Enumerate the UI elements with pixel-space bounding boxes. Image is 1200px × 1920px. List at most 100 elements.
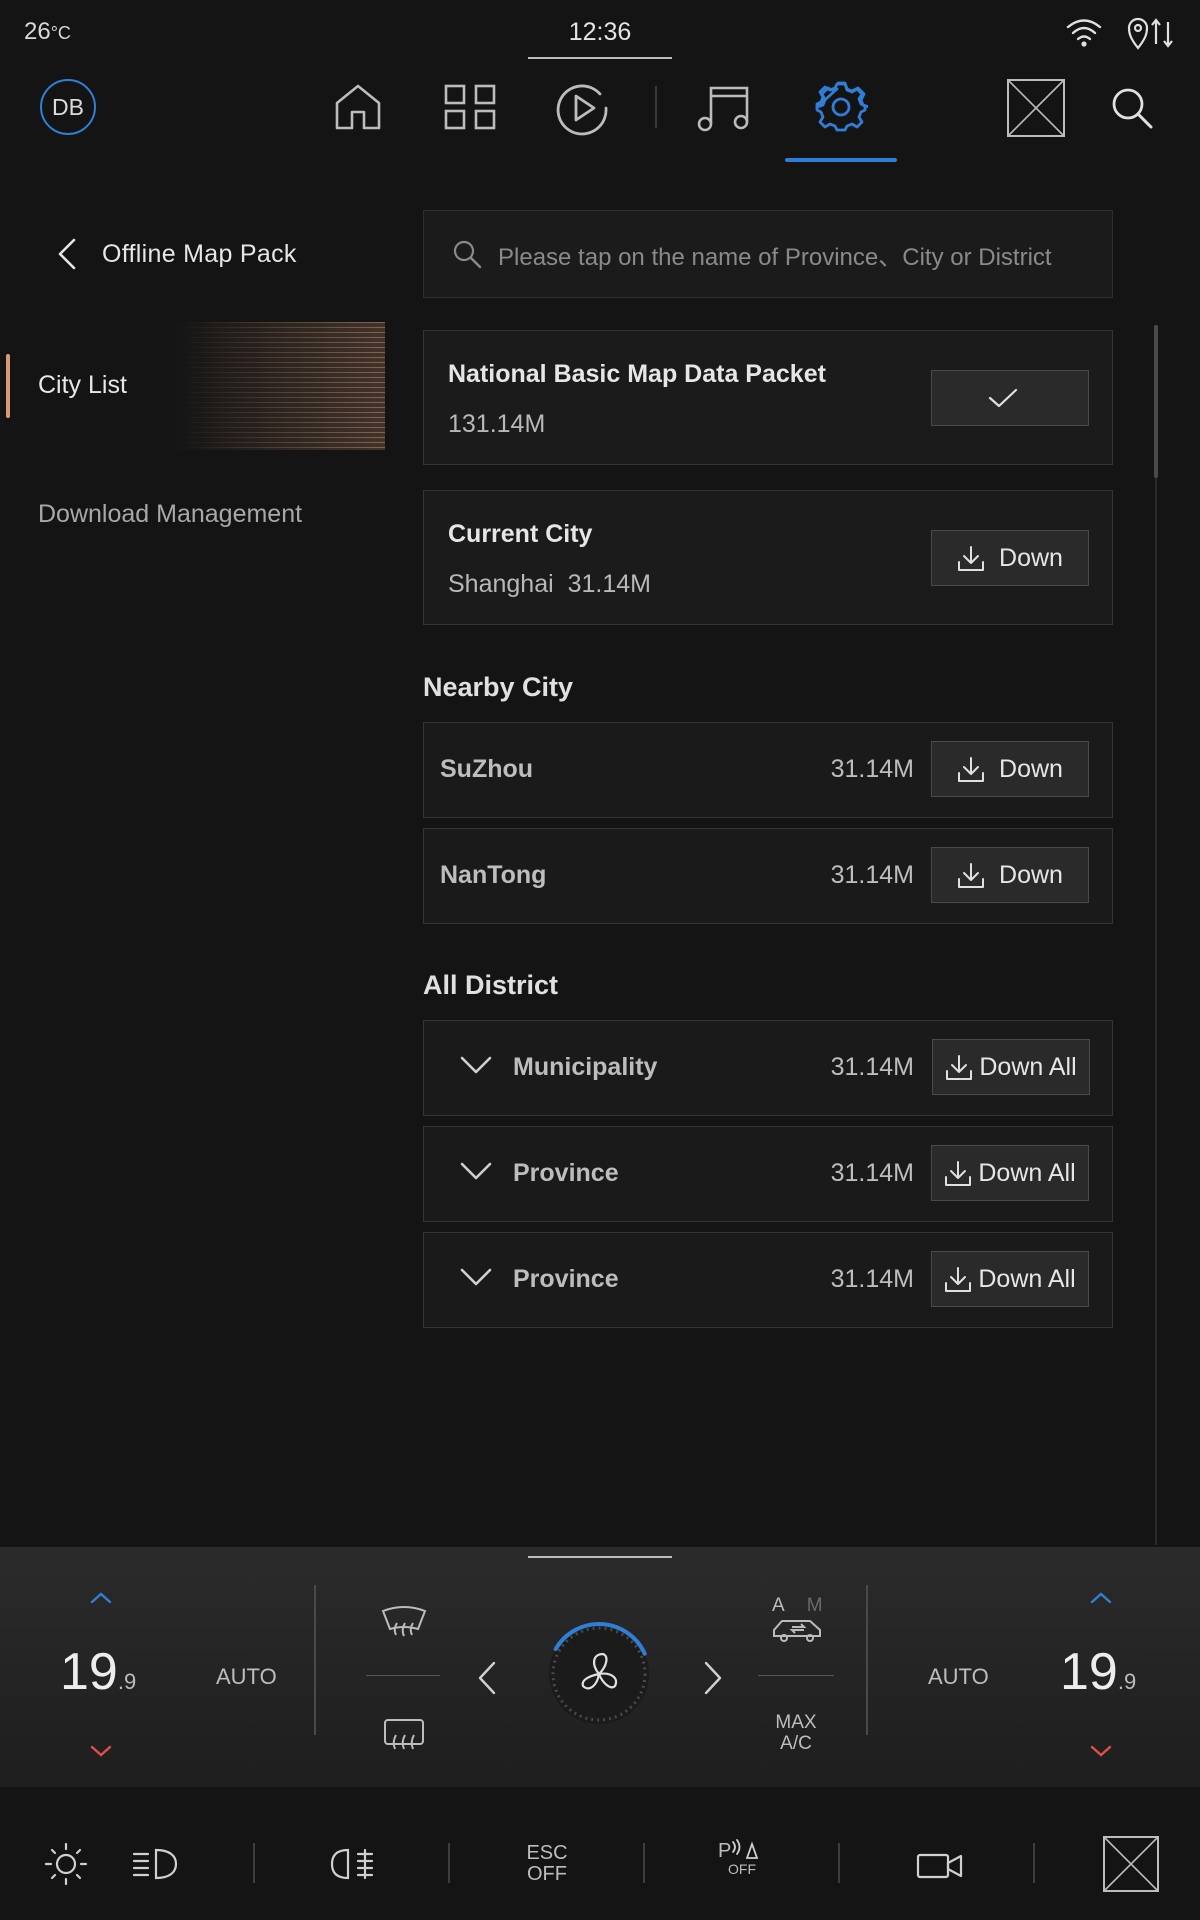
back-button[interactable]: Offline Map Pack bbox=[56, 232, 297, 276]
quick-divider bbox=[643, 1843, 645, 1883]
left-auto-button[interactable]: AUTO bbox=[216, 1664, 277, 1690]
district-name: Province bbox=[513, 1159, 619, 1187]
nav-active-indicator bbox=[785, 158, 897, 162]
city-size: 31.14M bbox=[830, 861, 914, 889]
user-avatar[interactable]: DB bbox=[40, 79, 96, 135]
apps-grid-icon[interactable] bbox=[444, 84, 496, 130]
chevron-down-icon[interactable] bbox=[460, 1161, 492, 1181]
location-sync-icon bbox=[1126, 14, 1178, 52]
download-button-label: Down bbox=[999, 754, 1063, 783]
district-row[interactable]: Province 31.14M Down All bbox=[423, 1232, 1113, 1328]
defrost-divider bbox=[366, 1675, 440, 1676]
right-auto-button[interactable]: AUTO bbox=[928, 1664, 989, 1690]
current-city-card: Current City Shanghai 31.14M Down bbox=[423, 490, 1113, 625]
left-temperature: 19.9 bbox=[60, 1643, 137, 1701]
download-current-city-button[interactable]: Down bbox=[931, 530, 1089, 586]
nearby-city-row: SuZhou 31.14M Down bbox=[423, 722, 1113, 818]
right-temp-down-icon[interactable] bbox=[1089, 1744, 1113, 1758]
national-map-card: National Basic Map Data Packet 131.14M bbox=[423, 330, 1113, 465]
max-ac-label: MAX bbox=[775, 1712, 817, 1733]
download-icon bbox=[944, 1159, 978, 1187]
chevron-down-icon[interactable] bbox=[460, 1267, 492, 1287]
national-map-size: 131.14M bbox=[448, 410, 546, 438]
sidebar-active-accent bbox=[6, 354, 10, 418]
chevron-left-icon bbox=[56, 237, 78, 271]
sidebar-item-city-list[interactable]: City List bbox=[38, 371, 127, 400]
download-icon bbox=[957, 755, 999, 783]
download-nantong-button[interactable]: Down bbox=[931, 847, 1089, 903]
search-icon bbox=[452, 239, 482, 269]
left-temp-up-icon[interactable] bbox=[89, 1591, 113, 1605]
city-size: 31.14M bbox=[830, 755, 914, 783]
scrollbar-track[interactable] bbox=[1155, 325, 1157, 1545]
district-row[interactable]: Municipality 31.14M Down All bbox=[423, 1020, 1113, 1116]
notification-handle[interactable] bbox=[528, 57, 672, 59]
download-all-province-button[interactable]: Down All bbox=[931, 1251, 1089, 1307]
district-size: 31.14M bbox=[830, 1159, 914, 1187]
brightness-icon[interactable] bbox=[42, 1840, 90, 1888]
front-defrost-icon[interactable] bbox=[380, 1605, 428, 1641]
music-icon[interactable] bbox=[697, 82, 751, 132]
esc-label: ESC bbox=[526, 1842, 568, 1864]
search-icon[interactable] bbox=[1110, 86, 1154, 130]
download-icon bbox=[957, 544, 999, 572]
city-name: SuZhou bbox=[440, 755, 534, 783]
download-icon bbox=[945, 1053, 979, 1081]
image-placeholder-icon[interactable] bbox=[1103, 1836, 1159, 1892]
current-city-name: Shanghai bbox=[448, 570, 554, 598]
quick-divider bbox=[253, 1843, 255, 1883]
max-ac-sublabel: A/C bbox=[780, 1733, 812, 1754]
recirculation-button[interactable]: A M bbox=[770, 1595, 840, 1644]
esc-off-button[interactable]: ESC OFF bbox=[518, 1843, 576, 1885]
nav-divider bbox=[655, 86, 657, 128]
district-row[interactable]: Province 31.14M Down All bbox=[423, 1126, 1113, 1222]
quick-controls-bar bbox=[0, 1787, 1200, 1920]
quick-divider bbox=[448, 1843, 450, 1883]
download-all-province-button[interactable]: Down All bbox=[931, 1145, 1089, 1201]
district-name: Municipality bbox=[513, 1053, 658, 1081]
max-ac-button[interactable]: MAX A/C bbox=[764, 1712, 828, 1754]
esc-off-label: OFF bbox=[527, 1863, 567, 1885]
home-icon[interactable] bbox=[333, 83, 383, 131]
rear-defrost-icon[interactable] bbox=[382, 1716, 426, 1752]
national-map-title: National Basic Map Data Packet bbox=[448, 360, 826, 388]
headlight-icon[interactable] bbox=[130, 1846, 178, 1882]
quick-divider bbox=[1033, 1843, 1035, 1883]
download-button-label: Down bbox=[999, 543, 1063, 572]
fog-light-icon[interactable] bbox=[328, 1846, 376, 1882]
download-all-label: Down All bbox=[978, 1264, 1076, 1293]
right-temp-up-icon[interactable] bbox=[1089, 1591, 1113, 1605]
climate-divider bbox=[866, 1585, 868, 1735]
downloaded-button[interactable] bbox=[931, 370, 1089, 426]
clock: 12:36 bbox=[568, 18, 632, 46]
current-city-info: Shanghai 31.14M bbox=[448, 570, 651, 599]
sidebar-item-download-management[interactable]: Download Management bbox=[38, 500, 302, 529]
recirc-auto-label: A bbox=[772, 1595, 785, 1616]
media-play-icon[interactable] bbox=[554, 80, 610, 136]
image-placeholder-icon[interactable] bbox=[1007, 79, 1065, 137]
download-icon bbox=[944, 1265, 978, 1293]
chevron-down-icon[interactable] bbox=[460, 1055, 492, 1075]
park-label: P bbox=[718, 1840, 732, 1862]
download-button-label: Down bbox=[999, 860, 1063, 889]
city-name: NanTong bbox=[440, 861, 547, 889]
download-all-municipality-button[interactable]: Down All bbox=[932, 1039, 1090, 1095]
fan-decrease-icon[interactable] bbox=[476, 1660, 498, 1696]
fan-increase-icon[interactable] bbox=[702, 1660, 724, 1696]
page-title: Offline Map Pack bbox=[102, 239, 297, 268]
fan-speed-dial[interactable] bbox=[545, 1620, 653, 1728]
camera-icon[interactable] bbox=[916, 1850, 964, 1882]
car-recirculation-icon bbox=[770, 1616, 840, 1644]
settings-gear-icon[interactable] bbox=[814, 80, 868, 134]
district-size: 31.14M bbox=[830, 1053, 914, 1081]
current-city-size: 31.14M bbox=[567, 570, 651, 598]
left-temp-down-icon[interactable] bbox=[89, 1744, 113, 1758]
search-placeholder: Please tap on the name of Province、City … bbox=[498, 243, 1052, 271]
climate-panel-handle[interactable] bbox=[528, 1556, 672, 1558]
scrollbar-thumb[interactable] bbox=[1154, 325, 1158, 478]
search-input[interactable]: Please tap on the name of Province、City … bbox=[423, 210, 1113, 298]
download-suzhou-button[interactable]: Down bbox=[931, 741, 1089, 797]
park-sensor-icon bbox=[731, 1838, 761, 1862]
district-size: 31.14M bbox=[830, 1265, 914, 1293]
park-assist-off-button[interactable]: P OFF bbox=[718, 1838, 766, 1876]
